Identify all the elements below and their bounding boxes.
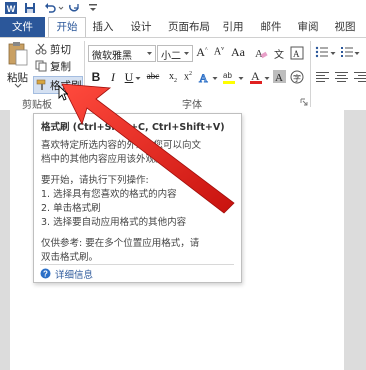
mouse-cursor-icon xyxy=(58,85,68,101)
red-arrow-annotation xyxy=(61,83,235,214)
